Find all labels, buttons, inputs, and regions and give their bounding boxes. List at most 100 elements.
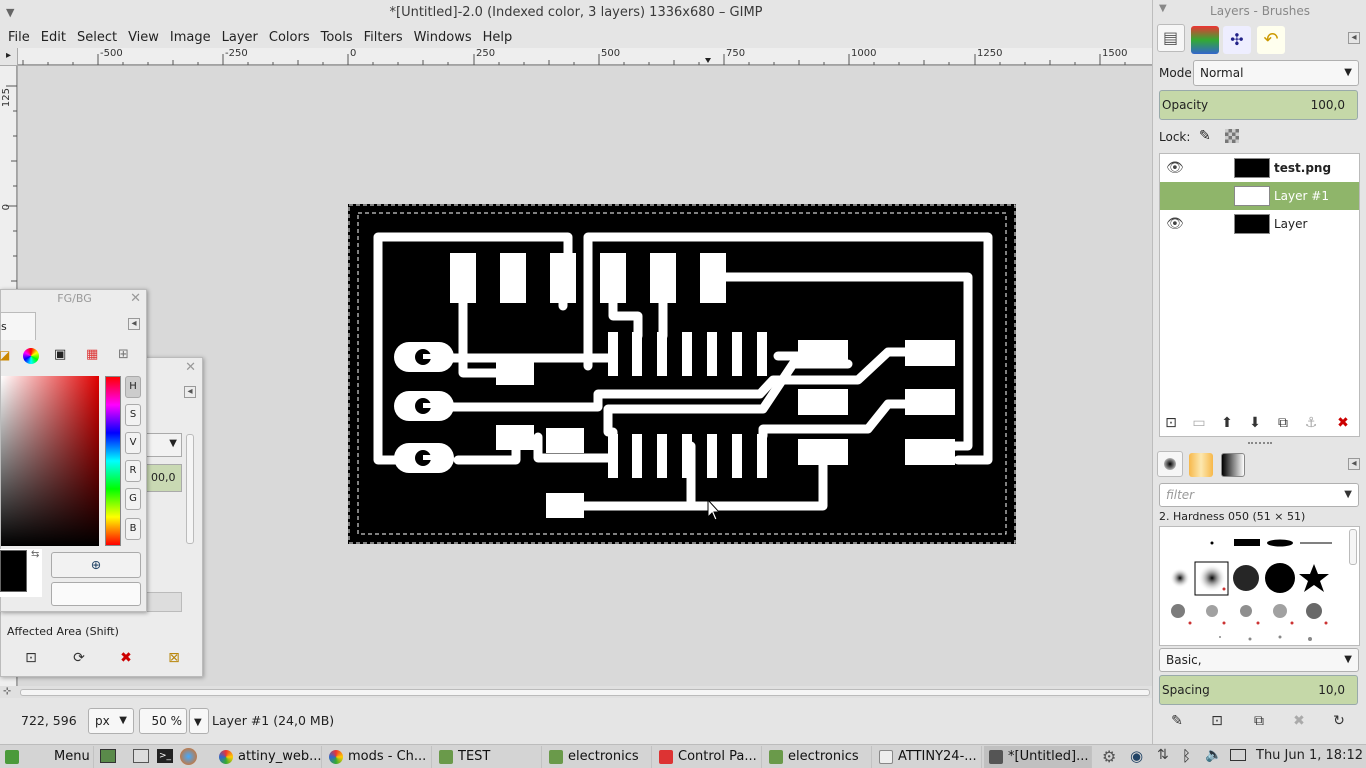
lock-alpha-icon[interactable] [1225,129,1239,143]
tab-menu-icon[interactable]: ◂ [184,386,196,398]
tab-undo[interactable]: ↶ [1257,26,1285,54]
restore-options-icon[interactable]: ⟳ [69,648,89,668]
new-layer-icon[interactable]: ⊡ [1161,413,1181,433]
shield-icon[interactable]: ◉ [1130,747,1143,765]
mode-select[interactable]: Normal ▼ [1193,60,1359,86]
unit-select[interactable]: px ▼ [88,708,134,734]
close-icon[interactable]: ✕ [130,291,141,306]
network-icon[interactable]: ⇅ [1157,747,1169,763]
task-item[interactable]: mods - Ch... [324,746,432,768]
brush-grid[interactable] [1159,526,1360,646]
scroll-track[interactable] [20,689,1150,696]
anchor-layer-icon[interactable]: ⚓ [1301,413,1321,433]
menu-tools[interactable]: Tools [315,30,358,45]
tab-gradients[interactable] [1221,453,1245,477]
brush-grid-scrollbar[interactable] [1349,529,1357,565]
zoom-field[interactable]: 50 % [139,708,187,734]
task-item-active[interactable]: *[Untitled]... [984,746,1092,768]
scales-icon[interactable]: ⊞ [118,347,129,362]
lock-pixels-icon[interactable]: ✎ [1199,128,1211,144]
foreground-swatch[interactable] [0,550,27,592]
pane-handle[interactable] [1248,442,1272,445]
wheel-icon[interactable] [23,348,39,364]
color-square[interactable] [1,376,99,546]
eye-icon[interactable]: 👁 [1166,154,1184,182]
task-item[interactable]: attiny_web... [214,746,322,768]
menu-help[interactable]: Help [477,30,518,45]
menu-file[interactable]: File [2,30,35,45]
battery-icon[interactable] [1230,749,1246,761]
channel-s[interactable]: S [125,404,141,426]
horizontal-scrollbar[interactable]: ⊹ [0,686,1152,698]
firefox-icon[interactable] [180,748,197,765]
close-icon[interactable]: ✕ [185,360,196,375]
opacity-slider[interactable]: Opacity 100,0 [1159,90,1358,120]
hex-entry[interactable] [51,582,141,606]
task-item[interactable]: electronics [764,746,872,768]
menu-layer[interactable]: Layer [216,30,263,45]
show-desktop-icon[interactable] [100,749,116,763]
tab-menu-icon[interactable]: ◂ [1348,458,1360,470]
task-item[interactable]: electronics [544,746,652,768]
tab-menu-icon[interactable]: ◂ [1348,32,1360,44]
refresh-brushes-icon[interactable]: ↻ [1329,711,1349,731]
channel-r[interactable]: R [125,460,141,482]
eye-icon[interactable]: 👁 [1166,210,1184,238]
zoom-dropdown[interactable]: ▼ [189,708,209,734]
raise-layer-icon[interactable]: ⬆ [1217,413,1237,433]
spacing-slider[interactable]: Spacing 10,0 [1159,675,1358,705]
channel-h[interactable]: H [125,376,141,398]
layer-row-selected[interactable]: Layer #1 [1160,182,1359,210]
terminal-icon[interactable]: >_ [157,749,173,763]
delete-brush-icon[interactable]: ✖ [1289,711,1309,731]
printer-icon[interactable]: ▣ [54,347,66,362]
tab-patterns[interactable] [1189,453,1213,477]
layer-row[interactable]: 👁 test.png [1160,154,1359,182]
task-item[interactable]: ATTINY24-... [874,746,982,768]
new-brush-icon[interactable]: ⊡ [1207,711,1227,731]
volume-icon[interactable]: 🔈 [1205,747,1222,763]
tab-paths[interactable]: ✣ [1223,26,1251,54]
duplicate-layer-icon[interactable]: ⧉ [1273,413,1293,433]
menu-colors[interactable]: Colors [263,30,315,45]
task-item[interactable]: TEST [434,746,542,768]
settings-gear-icon[interactable]: ⚙ [1102,747,1116,766]
bluetooth-icon[interactable]: ᛒ [1182,747,1191,765]
clock[interactable]: Thu Jun 1, 18:12 [1256,748,1363,763]
horizontal-ruler[interactable]: -500 -250 0 250 500 750 1000 1250 1500 [0,48,1152,66]
layer-row[interactable]: 👁 Layer [1160,210,1359,238]
tab-layers[interactable]: ▤ [1157,24,1185,52]
duplicate-brush-icon[interactable]: ⧉ [1249,711,1269,731]
tab-channels[interactable] [1191,26,1219,54]
delete-layer-icon[interactable]: ✖ [1333,413,1353,433]
cmyk-icon[interactable]: ◪ [0,348,10,362]
reset-options-icon[interactable]: ⊠ [164,648,184,668]
options-field[interactable] [146,592,182,612]
channel-b[interactable]: B [125,518,141,540]
start-menu-button[interactable]: Menu [0,746,94,768]
color-picker-button[interactable]: ⊕ [51,552,141,578]
lower-layer-icon[interactable]: ⬇ [1245,413,1265,433]
channel-v[interactable]: V [125,432,141,454]
menu-view[interactable]: View [122,30,164,45]
hue-slider[interactable] [105,376,121,546]
task-item[interactable]: Control Pa... [654,746,762,768]
edit-brush-icon[interactable]: ✎ [1167,711,1187,731]
brush-filter-input[interactable]: filter ▼ [1159,483,1359,507]
palette-icon[interactable]: ▦ [86,347,98,362]
save-options-icon[interactable]: ⊡ [21,648,41,668]
files-icon[interactable] [133,749,149,763]
swap-colors-icon[interactable]: ⇆ [31,549,39,560]
quick-mask-corner-icon[interactable]: ▸ [0,48,18,66]
tab-menu-icon[interactable]: ◂ [128,318,140,330]
navigate-icon[interactable]: ⊹ [3,686,11,697]
tab-color[interactable]: s Color [0,312,36,340]
chevron-down-icon[interactable]: ▼ [6,0,14,26]
menu-windows[interactable]: Windows [408,30,477,45]
menu-filters[interactable]: Filters [358,30,408,45]
delete-options-icon[interactable]: ✖ [116,648,136,668]
menu-edit[interactable]: Edit [35,30,71,45]
tab-brushes[interactable] [1157,451,1183,477]
options-scrollbar[interactable] [186,434,194,544]
menu-select[interactable]: Select [71,30,122,45]
